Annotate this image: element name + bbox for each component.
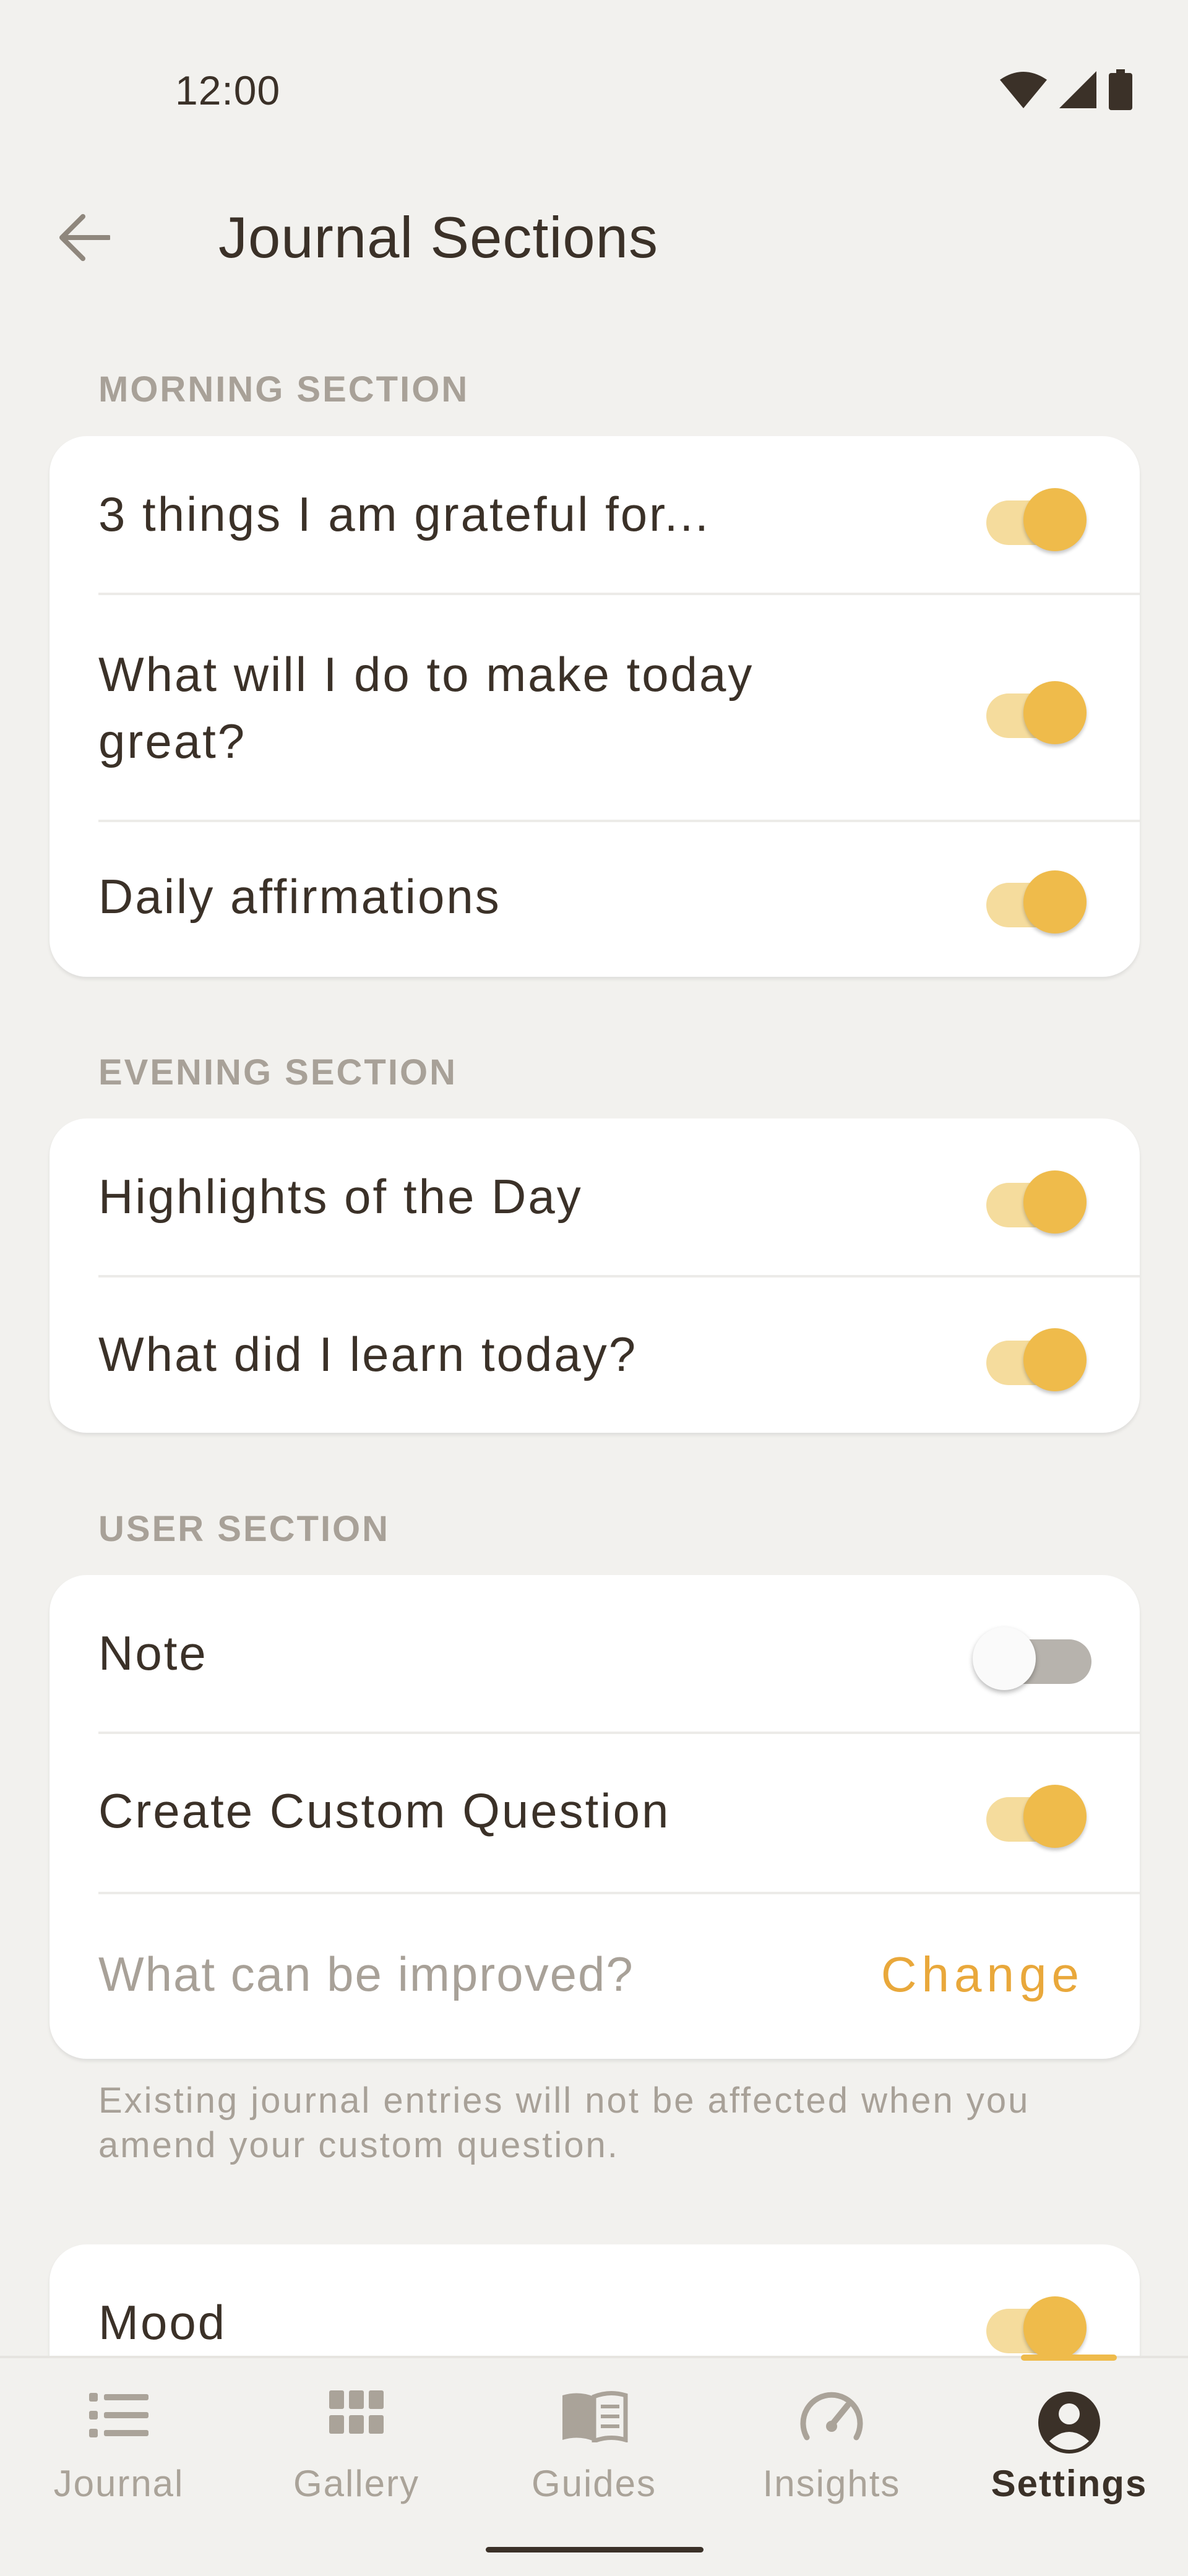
evening-section-header: EVENING SECTION	[98, 1052, 457, 1093]
morning-section-header: MORNING SECTION	[98, 369, 470, 410]
user-section-card: Note Create Custom Question What can be …	[50, 1575, 1140, 2059]
custom-question-text: What can be improved?	[98, 1947, 634, 2001]
nav-label: Settings	[991, 2463, 1148, 2504]
list-item-learn-today[interactable]: What did I learn today?	[50, 1277, 1140, 1433]
list-item-note[interactable]: Note	[50, 1575, 1140, 1732]
arrow-back-icon	[59, 214, 110, 261]
list-item-custom-question[interactable]: Create Custom Question	[50, 1734, 1140, 1892]
list-item-grateful[interactable]: 3 things I am grateful for...	[50, 436, 1140, 593]
gauge-icon	[800, 2392, 863, 2441]
evening-section-card: Highlights of the Day What did I learn t…	[50, 1118, 1140, 1433]
nav-label: Guides	[531, 2463, 657, 2504]
custom-question-row: What can be improved? Change	[50, 1894, 1140, 2059]
bottom-navigation: Journal Gallery Guides Insights Settings	[0, 2356, 1188, 2576]
list-item-make-today-great[interactable]: What will I do to make today great?	[50, 595, 1140, 821]
nav-item-guides[interactable]: Guides	[475, 2358, 713, 2525]
item-label: Highlights of the Day	[98, 1169, 583, 1224]
custom-question-toggle[interactable]	[986, 1776, 1087, 1848]
nav-item-gallery[interactable]: Gallery	[238, 2358, 475, 2525]
cellular-signal-icon	[1059, 71, 1096, 108]
page-title: Journal Sections	[218, 205, 658, 270]
learn-today-toggle[interactable]	[986, 1320, 1087, 1391]
wifi-icon	[1000, 72, 1047, 108]
highlights-toggle[interactable]	[986, 1162, 1087, 1234]
change-button[interactable]: Change	[881, 1946, 1084, 2003]
nav-label: Journal	[53, 2463, 184, 2504]
list-item-daily-affirmations[interactable]: Daily affirmations	[50, 822, 1140, 977]
daily-affirmations-toggle[interactable]	[986, 862, 1087, 934]
grateful-toggle[interactable]	[986, 479, 1087, 551]
nav-item-journal[interactable]: Journal	[0, 2358, 238, 2525]
status-bar: 12:00	[0, 0, 1188, 142]
nav-item-insights[interactable]: Insights	[713, 2358, 950, 2525]
make-today-great-toggle[interactable]	[986, 672, 1087, 744]
item-label: 3 things I am grateful for...	[98, 487, 710, 541]
item-label: Note	[98, 1626, 208, 1680]
status-icons	[1000, 69, 1132, 110]
nav-label: Insights	[762, 2463, 901, 2504]
book-icon	[562, 2391, 628, 2442]
grid-icon	[329, 2390, 384, 2434]
morning-section-card: 3 things I am grateful for... What will …	[50, 436, 1140, 977]
item-label: Daily affirmations	[98, 869, 501, 924]
item-label: What did I learn today?	[98, 1327, 638, 1381]
back-button[interactable]	[45, 198, 124, 277]
item-label: What will I do to make today great?	[98, 647, 754, 768]
note-toggle[interactable]	[973, 1618, 1091, 1690]
home-indicator[interactable]	[486, 2547, 704, 2552]
account-circle-icon	[1038, 2392, 1100, 2454]
list-item-highlights[interactable]: Highlights of the Day	[50, 1118, 1140, 1275]
mood-toggle[interactable]	[986, 2288, 1087, 2359]
active-tab-indicator	[1021, 2355, 1117, 2361]
nav-label: Gallery	[293, 2463, 420, 2504]
nav-item-settings[interactable]: Settings	[950, 2358, 1188, 2525]
list-icon	[89, 2393, 148, 2437]
user-section-header: USER SECTION	[98, 1509, 390, 1549]
custom-question-hint: Existing journal entries will not be aff…	[98, 2080, 1030, 2165]
app-bar: Journal Sections	[0, 161, 1188, 309]
status-time: 12:00	[175, 67, 281, 113]
item-label: Mood	[98, 2295, 227, 2350]
battery-icon	[1109, 69, 1132, 110]
item-label: Create Custom Question	[98, 1784, 671, 1838]
